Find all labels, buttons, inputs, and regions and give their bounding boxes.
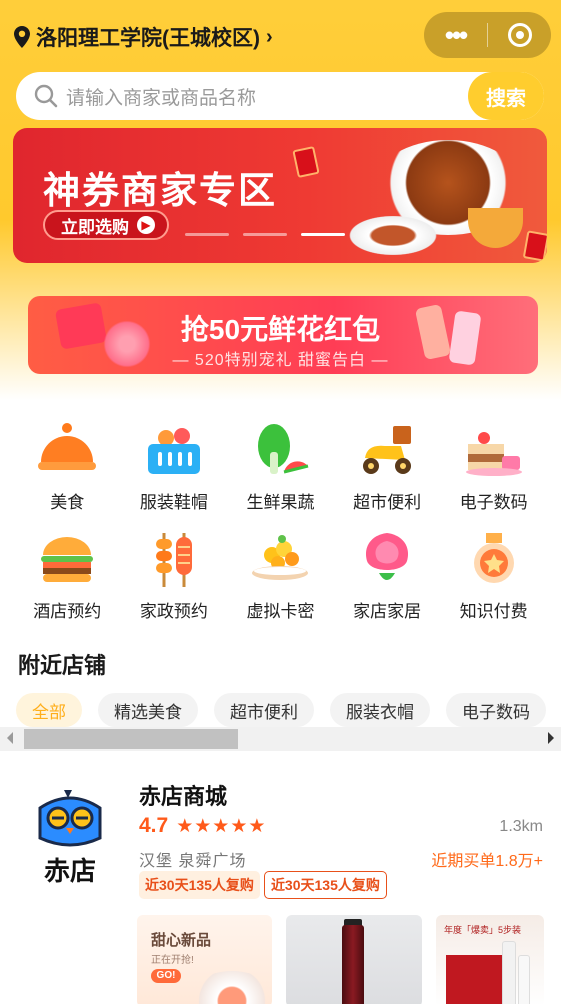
category-label: 知识付费 xyxy=(459,602,528,621)
banner-title: 抢50元鲜花红包 xyxy=(180,314,381,345)
filter-tab-clothing[interactable]: 服装衣帽 xyxy=(330,693,430,727)
category-label: 酒店预约 xyxy=(33,602,102,621)
category-home-furnishing[interactable]: 家店家居 xyxy=(334,527,441,622)
shop-now-label: 立即选购 xyxy=(61,217,129,237)
rating-value: 4.7 xyxy=(139,814,169,837)
red-envelope-icon xyxy=(292,146,320,178)
close-miniprogram-button[interactable] xyxy=(488,23,551,47)
search-bar[interactable]: 请输入商家或商品名称 搜索 xyxy=(16,72,544,120)
category-label: 家店家居 xyxy=(353,602,422,621)
product-title: 甜心新品 xyxy=(151,932,212,949)
filter-tab-food[interactable]: 精选美食 xyxy=(98,693,198,727)
promo-banner-flowers[interactable]: 抢50元鲜花红包 — 520特别宠礼 甜蜜告白 — xyxy=(0,282,561,382)
search-input[interactable]: 请输入商家或商品名称 xyxy=(66,83,468,110)
product-thumbnail[interactable]: 甜心新品 正在开抢! GO! xyxy=(137,915,272,1004)
category-label: 虚拟卡密 xyxy=(246,602,315,621)
category-grid: 美食 服装鞋帽 生鲜果蔬 超市便利 电子数码 酒店预约 家政预约 虚拟卡密 家店… xyxy=(14,418,547,622)
miniprogram-capsule: ••• xyxy=(424,12,551,58)
scrollbar-thumb[interactable] xyxy=(24,729,238,749)
product-thumbnail[interactable]: 年度「爆卖」5步装 xyxy=(436,915,544,1004)
promo-banner-coupons[interactable]: 神券商家专区 立即选购 ▶ xyxy=(13,128,547,263)
star-icon: ★ xyxy=(176,815,194,837)
product-caption: 年度「爆卖」5步装 xyxy=(444,925,522,935)
filter-tabs: 全部 精选美食 超市便利 服装衣帽 电子数码 xyxy=(16,693,546,727)
location-label: 洛阳理工学院(王城校区) xyxy=(36,27,260,50)
shop-logo-text: 赤店 xyxy=(44,857,96,886)
shop-rating: 4.7 ★ ★ ★ ★ ★ xyxy=(139,814,266,838)
rose-icon xyxy=(355,527,419,591)
repurchase-badge: 近30天135人复购 xyxy=(139,871,260,899)
category-label: 超市便利 xyxy=(353,493,422,512)
category-electronics[interactable]: 电子数码 xyxy=(440,418,547,513)
banner-subtitle: — 520特别宠礼 甜蜜告白 — xyxy=(172,352,389,369)
bottle-image xyxy=(518,955,530,1004)
filter-tab-electronics[interactable]: 电子数码 xyxy=(446,693,546,727)
dessert-image xyxy=(187,971,272,1004)
vegetable-icon xyxy=(248,418,312,482)
star-icon: ★ xyxy=(230,815,248,837)
target-icon xyxy=(507,23,532,47)
category-virtual-card[interactable]: 虚拟卡密 xyxy=(227,527,334,622)
shop-distance: 1.3km xyxy=(499,818,543,835)
filter-tab-supermarket[interactable]: 超市便利 xyxy=(214,693,314,727)
star-icon: ★ xyxy=(194,815,212,837)
shop-products: 甜心新品 正在开抢! GO! 年度「爆卖」5步装 xyxy=(137,915,544,1004)
basket-icon xyxy=(142,418,206,482)
chevron-right-icon: › xyxy=(266,25,273,48)
location-selector[interactable]: 洛阳理工学院(王城校区) › xyxy=(14,22,273,52)
cake-icon xyxy=(462,418,526,482)
gift-box-image xyxy=(446,955,506,1004)
repurchase-badge: 近30天135人复购 xyxy=(263,871,387,899)
skewer-icon xyxy=(142,527,206,591)
shop-name[interactable]: 赤店商城 xyxy=(139,779,227,811)
shop-address: 汉堡 泉舜广场 xyxy=(139,853,247,870)
red-envelope-icon xyxy=(522,230,547,262)
category-fresh[interactable]: 生鲜果蔬 xyxy=(227,418,334,513)
category-label: 生鲜果蔬 xyxy=(246,493,315,512)
star-icon: ★ xyxy=(248,815,266,837)
horizontal-scrollbar[interactable] xyxy=(0,727,561,751)
category-clothing[interactable]: 服装鞋帽 xyxy=(121,418,228,513)
nearby-shops-title: 附近店铺 xyxy=(18,653,107,678)
shop-sales: 近期买单1.8万+ xyxy=(431,853,543,870)
carousel-indicator[interactable] xyxy=(243,233,287,236)
fruit-plate-icon xyxy=(248,527,312,591)
soup-bowl-image xyxy=(468,208,523,248)
food-plate-image xyxy=(343,213,443,258)
burger-icon xyxy=(35,527,99,591)
scroll-right-icon[interactable] xyxy=(548,732,554,744)
category-label: 美食 xyxy=(50,493,85,512)
category-label: 电子数码 xyxy=(459,493,528,512)
skii-bottle-image xyxy=(342,925,364,1004)
star-icon: ★ xyxy=(212,815,230,837)
scooter-icon xyxy=(355,418,419,482)
bottle-image xyxy=(502,941,516,1004)
food-cloche-icon xyxy=(35,418,99,482)
arrow-right-icon: ▶ xyxy=(137,216,155,234)
category-hotel[interactable]: 酒店预约 xyxy=(14,527,121,622)
category-knowledge[interactable]: 知识付费 xyxy=(440,527,547,622)
search-button[interactable]: 搜索 xyxy=(468,72,544,120)
banner-title: 神券商家专区 xyxy=(43,170,277,211)
category-housekeeping[interactable]: 家政预约 xyxy=(121,527,228,622)
category-supermarket[interactable]: 超市便利 xyxy=(334,418,441,513)
shop-now-button[interactable]: 立即选购 ▶ xyxy=(43,210,169,240)
product-thumbnail[interactable] xyxy=(286,915,422,1004)
more-icon[interactable]: ••• xyxy=(424,22,487,48)
medal-icon xyxy=(462,527,526,591)
search-icon xyxy=(34,84,58,108)
carousel-indicator[interactable] xyxy=(185,233,229,236)
carousel-indicator-active[interactable] xyxy=(301,233,345,236)
category-food[interactable]: 美食 xyxy=(14,418,121,513)
location-pin-icon xyxy=(14,26,30,48)
shop-tags: 近30天135人复购 近30天135人复购 xyxy=(139,871,387,899)
filter-tab-all[interactable]: 全部 xyxy=(16,693,82,727)
product-subtitle: 正在开抢! xyxy=(151,955,194,966)
go-badge: GO! xyxy=(151,969,181,983)
scroll-left-icon[interactable] xyxy=(7,732,13,744)
category-label: 服装鞋帽 xyxy=(139,493,208,512)
shop-logo[interactable]: 赤店 xyxy=(30,786,110,886)
category-label: 家政预约 xyxy=(139,602,208,621)
